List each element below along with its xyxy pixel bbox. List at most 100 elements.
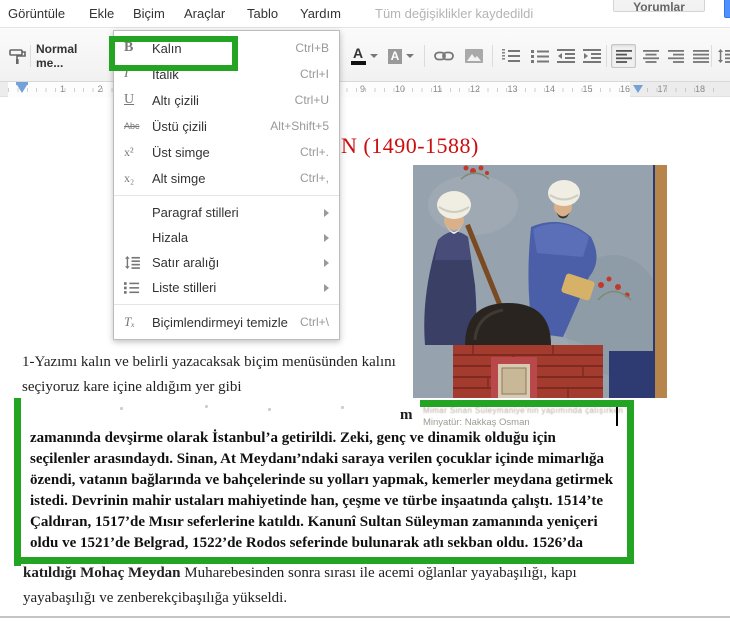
menu-item-paragraf-stilleri[interactable]: Paragraf stilleri [114,200,339,225]
bulleted-list-icon[interactable] [527,44,553,68]
ruler-number: 1 [59,84,66,94]
bold-paragraph-line: Çaldıran, 1517’de Mısır seferlerine katı… [30,514,598,530]
paint-format-icon[interactable] [6,44,28,68]
toolbar-separator [711,45,712,67]
insert-image-icon[interactable] [461,44,487,68]
page-bottom-divider [0,616,730,618]
toolbar-separator [606,45,607,67]
line-spacing-icon[interactable] [714,44,730,68]
share-button[interactable] [724,0,730,18]
menu-item-alti-cizili[interactable]: U Altı çizili Ctrl+U [114,87,339,113]
text-color-button[interactable]: A [350,44,378,68]
ruler-number: 16 [619,84,631,94]
erased-text-speck [341,406,344,409]
toolbar-separator [492,45,493,67]
insert-link-icon[interactable] [431,44,457,68]
instruction-line: 1-Yazımı kalın ve belirli yazacaksak biç… [22,354,396,370]
bold-paragraph: zamanında devşirme olarak İstanbul’a get… [30,428,613,554]
ruler-number: 9 [359,84,366,94]
list-styles-icon [122,281,152,294]
bold-paragraph-line: zamanında devşirme olarak İstanbul’a get… [30,430,556,446]
ruler-number: 12 [469,84,481,94]
menu-goruntule[interactable]: Görüntüle [6,0,67,27]
document-page[interactable]: N (1490-1588) 1-Yazımı kalın ve belirli … [0,97,730,618]
numbered-list-icon[interactable] [498,44,524,68]
menu-item-liste-stilleri[interactable]: Liste stilleri [114,275,339,300]
chevron-down-icon [369,54,378,58]
menu-item-alt-simge[interactable]: x₂ Alt simge Ctrl+, [114,165,339,191]
right-indent-marker[interactable] [633,85,643,93]
menu-item-satir-araligi[interactable]: Satır aralığı [114,250,339,275]
ruler-number: 17 [657,84,668,94]
menu-yardim[interactable]: Yardım [298,0,343,27]
chevron-down-icon [406,54,415,58]
strikethrough-icon: Abc [124,121,140,131]
highlight-color-button[interactable]: A [386,44,416,68]
document-title: N (1490-1588) [341,133,479,158]
align-right-icon[interactable] [663,44,688,68]
ruler-number: 15 [582,84,593,94]
align-center-icon[interactable] [638,44,663,68]
clear-formatting-icon: Tₓ [124,314,135,329]
last-paragraph: katıldığı Mohaç Meydan Muharebesinden so… [23,561,577,611]
menubar: Görüntüle Ekle Biçim Araçlar Tablo Yardı… [0,0,730,27]
menu-separator [114,195,339,196]
ruler-number: 13 [507,84,518,94]
decrease-indent-icon[interactable] [553,44,579,68]
paragraph-style-selector[interactable]: Normal me... [36,42,100,70]
line-spacing-icon [122,256,152,269]
instruction-line: seçiyoruz kare içine aldığım yer gibi [22,379,242,395]
menu-item-bicimlendirmeyi-temizle[interactable]: Tₓ Biçimlendirmeyi temizle Ctrl+\ [114,309,339,335]
comments-button[interactable]: Yorumlar [613,0,705,12]
menu-bicim[interactable]: Biçim [131,0,167,27]
toolbar-separator [424,45,425,67]
bold-paragraph-line: özendi, vatanın bağlarında ve bahçelerin… [30,472,614,488]
bold-paragraph-line: seçilenler arasındaydı. Sinan, At Meydan… [30,451,605,467]
menu-item-ust-simge[interactable]: x² Üst simge Ctrl+. [114,139,339,165]
ruler-number: 11 [432,84,443,94]
last-paragraph-line: yayabaşılığı ve zenberekçibaşılığa yükse… [23,590,288,606]
bold-paragraph-line: istedi. Devrinin mahir ustaları mahiyeti… [30,493,604,509]
instruction-paragraph: 1-Yazımı kalın ve belirli yazacaksak biç… [22,350,396,400]
submenu-arrow-icon [324,233,329,242]
increase-indent-icon[interactable] [579,44,605,68]
annotation-box-text-top [420,400,634,407]
first-line-indent-marker[interactable] [17,85,27,93]
ruler-number: 18 [694,84,706,94]
toolbar-separator [30,45,31,67]
text-cursor [616,406,618,426]
miniature-painting-image[interactable] [413,165,667,398]
superscript-icon: x² [124,144,134,159]
underline-icon: U [124,92,135,107]
submenu-arrow-icon [324,208,329,217]
annotation-box-kalin [109,36,238,71]
erased-text-speck [205,405,208,408]
erased-text-speck [268,408,271,411]
ruler-number: 14 [544,84,556,94]
last-paragraph-line: katıldığı Mohaç Meydan Muharebesinden so… [23,565,577,581]
stray-bold-character: m [400,407,413,423]
ruler-number: 2 [97,84,103,94]
align-left-icon[interactable] [611,44,636,68]
annotation-box-text-left [14,398,21,566]
menu-araclar[interactable]: Araçlar [182,0,227,27]
menu-item-ustu-cizili[interactable]: Abc Üstü çizili Alt+Shift+5 [114,113,339,139]
menu-separator [114,304,339,305]
submenu-arrow-icon [324,283,329,292]
text-color-glyph: A [352,45,364,61]
annotation-box-text-bottom [14,557,634,564]
annotation-box-text-right [627,400,634,564]
submenu-arrow-icon [324,258,329,267]
menu-item-hizala[interactable]: Hizala [114,225,339,250]
save-status: Tüm değişiklikler kaydedildi [375,6,534,21]
google-docs-window: Görüntüle Ekle Biçim Araçlar Tablo Yardı… [0,0,730,622]
subscript-icon: x₂ [124,170,135,185]
highlight-glyph: A [387,48,403,64]
ruler-number: 10 [394,84,406,94]
menu-tablo[interactable]: Tablo [245,0,280,27]
erased-text-speck [120,407,123,410]
align-justify-icon[interactable] [688,44,713,68]
text-color-swatch [350,61,366,65]
menu-ekle[interactable]: Ekle [87,0,116,27]
format-menu-dropdown: B Kalın Ctrl+B I İtalik Ctrl+I U Altı çi… [113,30,340,340]
